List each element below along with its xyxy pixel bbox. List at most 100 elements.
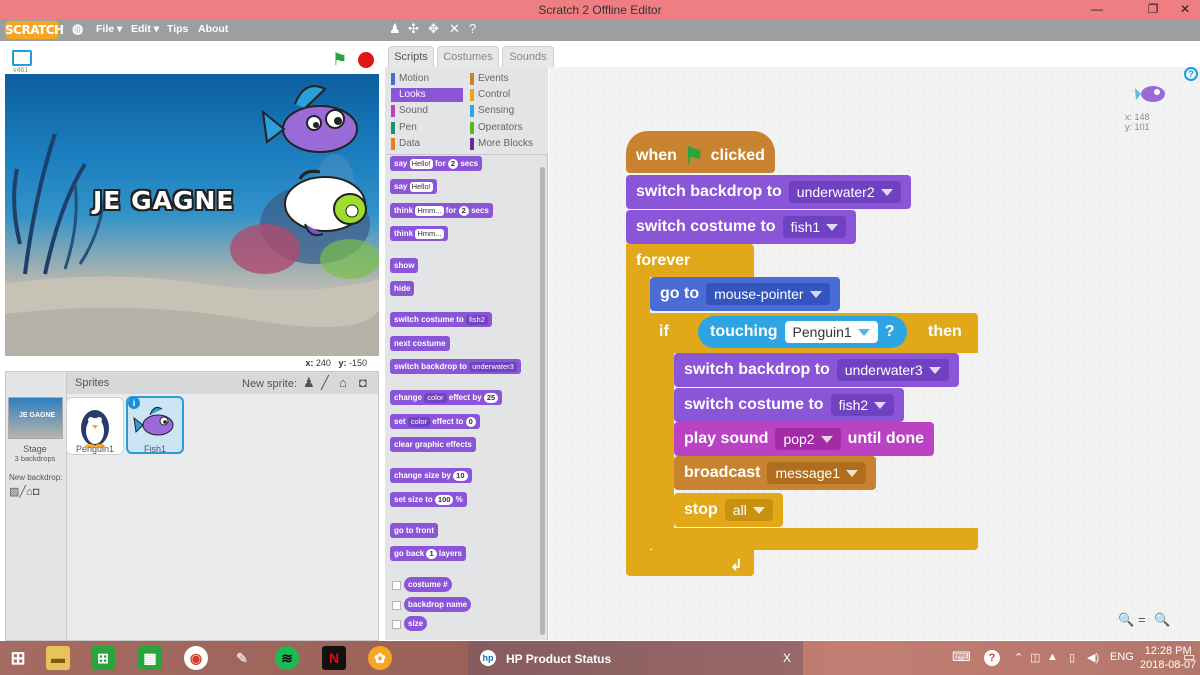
minimize-button[interactable]: — xyxy=(1082,0,1112,19)
keyboard-icon[interactable]: ⌨ xyxy=(952,649,971,665)
battery-icon[interactable]: ▯ xyxy=(1069,651,1075,664)
calculator-icon[interactable]: ▦ xyxy=(138,646,162,670)
close-button[interactable]: ✕ xyxy=(1170,0,1200,19)
zoom-out-icon[interactable]: 🔍 xyxy=(1118,612,1134,628)
block-set-size[interactable]: set size to 100 % xyxy=(390,492,467,507)
help-tray-icon[interactable]: ? xyxy=(984,650,1000,666)
block-change-size[interactable]: change size by 10 xyxy=(390,468,472,483)
block-next-costume[interactable]: next costume xyxy=(390,336,450,351)
camera-sprite-icon[interactable]: ◘ xyxy=(359,375,367,390)
backdrop-dropdown-2[interactable]: underwater3 xyxy=(836,359,949,381)
play-sound-until-done-block[interactable]: play sound pop2 until done xyxy=(674,422,935,456)
block-switch-backdrop[interactable]: switch backdrop to underwater3 xyxy=(390,359,521,374)
when-flag-clicked-block[interactable]: when ⚑ clicked xyxy=(626,131,775,173)
help-icon[interactable]: ? xyxy=(1184,67,1198,81)
category-looks[interactable]: Looks xyxy=(391,88,463,102)
file-menu[interactable]: File ▾ xyxy=(96,23,122,35)
block-show[interactable]: show xyxy=(390,258,419,273)
switch-backdrop-block[interactable]: switch backdrop to underwater2 xyxy=(626,175,911,209)
category-data[interactable]: Data xyxy=(391,137,463,151)
checkbox-backdrop-name[interactable] xyxy=(392,601,401,610)
shrink-icon[interactable]: ✕ xyxy=(449,21,460,37)
paint-sprite-icon[interactable]: ╱ xyxy=(321,375,329,391)
category-events[interactable]: Events xyxy=(470,72,545,86)
scratch-logo[interactable]: SCRATCH xyxy=(5,21,64,39)
stop-dropdown[interactable]: all xyxy=(724,499,773,521)
block-help-icon[interactable]: ? xyxy=(469,21,476,36)
block-say[interactable]: say Hello! xyxy=(390,179,437,194)
category-motion[interactable]: Motion xyxy=(391,72,463,86)
stop-block[interactable]: stop all xyxy=(674,493,783,527)
category-operators[interactable]: Operators xyxy=(470,121,545,135)
zoom-reset-icon[interactable]: = xyxy=(1138,612,1146,627)
chevron-up-icon[interactable]: ⌃ xyxy=(1014,651,1023,664)
block-say-for-secs[interactable]: say Hello! for 2 secs xyxy=(390,156,483,171)
maximize-button[interactable]: ❐ xyxy=(1138,0,1168,19)
block-go-back-layers[interactable]: go back 1 layers xyxy=(390,546,467,561)
backdrop-camera-icon[interactable]: ◘ xyxy=(33,486,40,498)
category-sound[interactable]: Sound xyxy=(391,104,463,118)
tab-sounds[interactable]: Sounds xyxy=(502,46,554,68)
file-explorer-icon[interactable]: ▬ xyxy=(46,646,70,670)
block-think[interactable]: think Hmm... xyxy=(390,226,448,241)
reporter-backdrop-name[interactable]: backdrop name xyxy=(404,597,472,612)
network-icon[interactable]: ◫ xyxy=(1030,651,1040,664)
duplicate-stamp-icon[interactable]: ♟ xyxy=(389,21,401,37)
green-flag-icon[interactable]: ⚑ xyxy=(332,50,347,70)
fullscreen-icon[interactable] xyxy=(12,50,32,66)
scratch-taskbar-icon[interactable]: ✿ xyxy=(368,646,392,670)
backdrop-library-icon[interactable]: ▨ xyxy=(9,486,19,498)
spotify-icon[interactable]: ≋ xyxy=(275,646,299,670)
stage-thumbnail[interactable]: JE GAGNE xyxy=(8,397,63,439)
block-hide[interactable]: hide xyxy=(390,281,415,296)
tools-icon[interactable]: ✎ xyxy=(230,646,254,670)
chrome-icon[interactable]: ◉ xyxy=(184,646,208,670)
backdrop-upload-icon[interactable]: ⌂ xyxy=(26,486,33,498)
category-control[interactable]: Control xyxy=(470,88,545,102)
about-menu[interactable]: About xyxy=(198,23,228,35)
tab-scripts[interactable]: Scripts xyxy=(388,46,434,68)
tips-menu[interactable]: Tips xyxy=(167,23,188,35)
stage-canvas[interactable]: JE GAGNE xyxy=(5,74,379,356)
volume-icon[interactable]: ◀) xyxy=(1087,651,1099,664)
touching-dropdown[interactable]: Penguin1 xyxy=(784,321,878,343)
category-pen[interactable]: Pen xyxy=(391,121,463,135)
edit-menu[interactable]: Edit ▾ xyxy=(131,23,159,35)
costume-dropdown[interactable]: fish1 xyxy=(782,216,847,238)
netflix-icon[interactable]: N xyxy=(322,646,346,670)
language-indicator[interactable]: ENG xyxy=(1110,651,1134,663)
go-to-dropdown[interactable]: mouse-pointer xyxy=(706,283,830,305)
block-think-for-secs[interactable]: think Hmm... for 2 secs xyxy=(390,203,493,218)
block-clear-effects[interactable]: clear graphic effects xyxy=(390,437,476,452)
cut-scissors-icon[interactable]: ✣ xyxy=(408,21,419,37)
reporter-costume-num[interactable]: costume # xyxy=(404,577,452,592)
switch-costume-block[interactable]: switch costume to fish1 xyxy=(626,210,857,244)
checkbox-size[interactable] xyxy=(392,620,401,629)
broadcast-dropdown[interactable]: message1 xyxy=(767,462,867,484)
stop-sign-icon[interactable] xyxy=(358,52,374,68)
hp-product-status-window[interactable]: hp HP Product Status X xyxy=(468,641,803,675)
broadcast-block[interactable]: broadcast message1 xyxy=(674,456,877,490)
store-icon[interactable]: ⊞ xyxy=(91,646,115,670)
block-set-effect[interactable]: set color effect to 0 xyxy=(390,414,480,429)
grow-icon[interactable]: ✥ xyxy=(428,21,439,37)
sprite-library-icon[interactable]: ♟ xyxy=(303,375,315,391)
touching-block[interactable]: touching Penguin1 ? xyxy=(698,316,907,348)
reporter-size[interactable]: size xyxy=(404,616,428,631)
block-change-effect[interactable]: change color effect by 25 xyxy=(390,390,503,405)
wifi-icon[interactable]: ▲ xyxy=(1047,651,1058,663)
tab-costumes[interactable]: Costumes xyxy=(437,46,499,68)
fish-sprite[interactable] xyxy=(261,85,358,153)
upload-sprite-icon[interactable]: ⌂ xyxy=(339,375,347,390)
switch-costume-block-2[interactable]: switch costume to fish2 xyxy=(674,388,905,422)
backdrop-dropdown[interactable]: underwater2 xyxy=(788,181,901,203)
block-go-to-front[interactable]: go to front xyxy=(390,523,438,538)
notifications-icon[interactable]: ▭ xyxy=(1183,649,1195,665)
category-sensing[interactable]: Sensing xyxy=(470,104,545,118)
sound-dropdown[interactable]: pop2 xyxy=(775,428,841,450)
hp-close-icon[interactable]: X xyxy=(783,651,791,665)
checkbox-costume-num[interactable] xyxy=(392,581,401,590)
block-switch-costume[interactable]: switch costume to fish2 xyxy=(390,312,492,327)
go-to-block[interactable]: go to mouse-pointer xyxy=(650,277,840,311)
zoom-in-icon[interactable]: 🔍 xyxy=(1154,612,1170,628)
